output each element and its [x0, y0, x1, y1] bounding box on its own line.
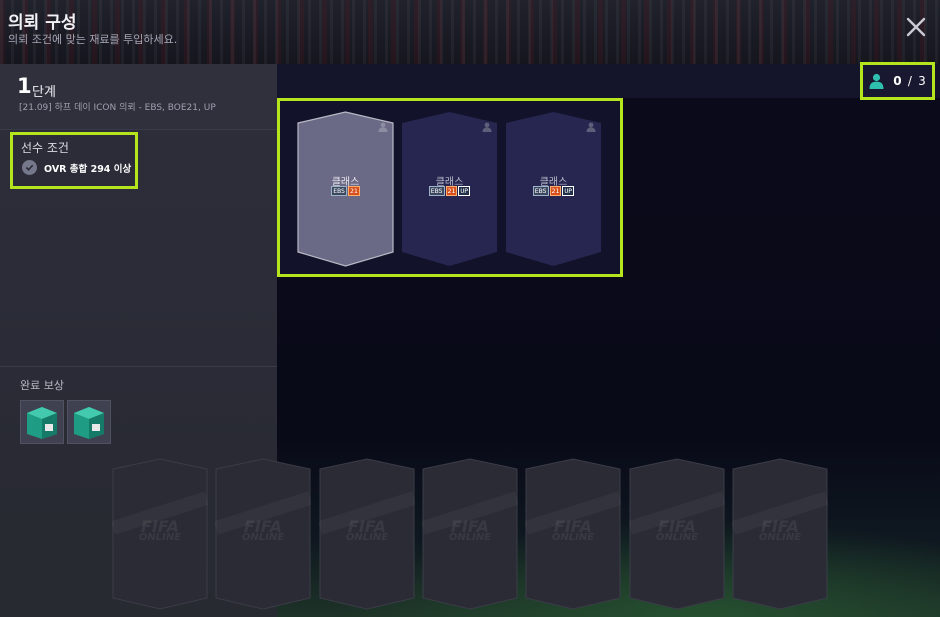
stage-header: 1 단계 [21.09] 하프 데이 ICON 의뢰 - EBS, BOE21,… [0, 64, 277, 130]
person-icon [378, 122, 388, 132]
tag-badge: UP [458, 186, 471, 196]
reward-item[interactable] [67, 400, 111, 444]
watermark-line: FIFA [450, 517, 490, 536]
player-condition-box: 선수 조건 OVR 총합 294 이상 [10, 132, 138, 189]
watermark-line: FIFA [657, 517, 697, 536]
watermark-line: FIFA [347, 517, 387, 536]
condition-title: 선수 조건 [21, 141, 69, 155]
inventory-card[interactable]: FIFA ONLINE [525, 458, 621, 610]
slot-tags: EBS 21 UP [505, 186, 602, 196]
player-pack-icon [27, 407, 57, 439]
slot-topbar [277, 64, 940, 98]
tag-badge: EBS [532, 186, 549, 196]
tag-badge: EBS [428, 186, 445, 196]
watermark-line: FIFA [760, 517, 800, 536]
check-icon [22, 160, 37, 175]
material-slot[interactable]: 클래스 EBS 21 UP [401, 111, 498, 267]
stage-number: 1 [17, 74, 32, 98]
inventory-card[interactable]: FIFA ONLINE [215, 458, 311, 610]
player-pack-icon [74, 407, 104, 439]
counter-current: 0 [893, 74, 902, 88]
counter-total: 3 [918, 74, 926, 88]
watermark-line: FIFA [140, 517, 180, 536]
watermark-line: ONLINE [551, 532, 595, 543]
material-slot[interactable]: 클래스 EBS 21 UP [505, 111, 602, 267]
page-title: 의뢰 구성 [8, 13, 77, 33]
close-icon [906, 17, 926, 37]
page-subtitle: 의뢰 조건에 맞는 재료를 투입하세요. [8, 33, 178, 46]
fifa-online-watermark: FIFA ONLINE [215, 517, 311, 544]
watermark-line: FIFA [243, 517, 283, 536]
inventory-card[interactable]: FIFA ONLINE [422, 458, 518, 610]
reward-title: 완료 보상 [20, 379, 64, 392]
close-button[interactable] [903, 14, 929, 40]
watermark-line: ONLINE [138, 532, 182, 543]
watermark-line: ONLINE [241, 532, 285, 543]
player-counter: 0 / 3 [860, 62, 935, 100]
fifa-online-watermark: FIFA ONLINE [319, 517, 415, 544]
watermark-line: ONLINE [758, 532, 802, 543]
counter-text: 0 / 3 [893, 74, 925, 88]
tag-badge: 21 [549, 186, 562, 196]
stage-label: 단계 [32, 85, 56, 100]
fifa-online-watermark: FIFA ONLINE [112, 517, 208, 544]
person-icon [482, 122, 492, 132]
inventory-card[interactable]: FIFA ONLINE [732, 458, 828, 610]
material-slot[interactable]: 클래스 EBS 21 [297, 111, 394, 267]
inventory-card[interactable]: FIFA ONLINE [319, 458, 415, 610]
tag-badge: 21 [347, 186, 360, 196]
tag-badge: UP [562, 186, 575, 196]
person-icon [869, 73, 884, 89]
inventory-card[interactable]: FIFA ONLINE [629, 458, 725, 610]
slot-tags: EBS 21 UP [401, 186, 498, 196]
person-icon [586, 122, 596, 132]
fifa-online-watermark: FIFA ONLINE [629, 517, 725, 544]
slot-tags: EBS 21 [297, 186, 394, 196]
stage-description: [21.09] 하프 데이 ICON 의뢰 - EBS, BOE21, UP [19, 103, 216, 113]
tag-badge: 21 [445, 186, 458, 196]
tag-badge: EBS [331, 186, 347, 196]
divider [0, 366, 277, 367]
inventory-card[interactable]: FIFA ONLINE [112, 458, 208, 610]
fifa-online-watermark: FIFA ONLINE [732, 517, 828, 544]
watermark-line: FIFA [553, 517, 593, 536]
watermark-line: ONLINE [345, 532, 389, 543]
material-slots: 클래스 EBS 21 클래스 EBS 21 UP 클래스 EBS 21 UP [277, 98, 623, 277]
fifa-online-watermark: FIFA ONLINE [525, 517, 621, 544]
watermark-line: ONLINE [655, 532, 699, 543]
fifa-online-watermark: FIFA ONLINE [422, 517, 518, 544]
watermark-line: ONLINE [448, 532, 492, 543]
condition-text: OVR 총합 294 이상 [44, 163, 132, 175]
reward-item[interactable] [20, 400, 64, 444]
condition-item: OVR 총합 294 이상 [22, 160, 131, 175]
counter-separator: / [907, 74, 912, 88]
